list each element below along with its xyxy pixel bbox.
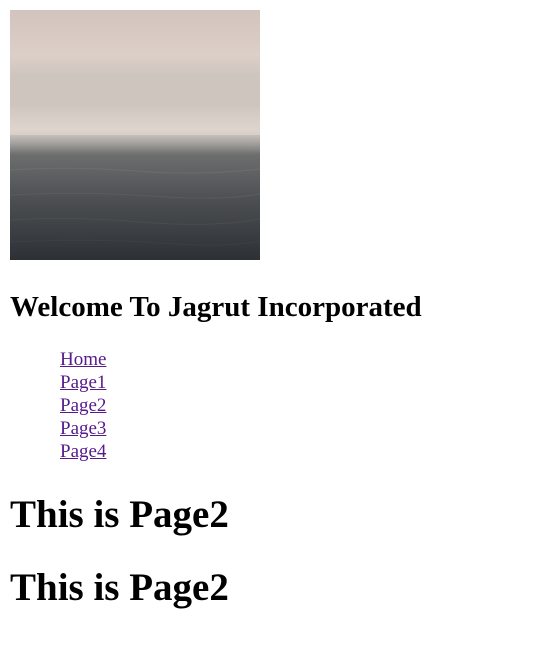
nav-item-page2: Page2 [60, 394, 106, 417]
nav-list: Home Page1 Page2 Page3 Page4 [60, 348, 106, 463]
nav-link-home[interactable]: Home [60, 349, 106, 370]
nav-item-home: Home [60, 348, 106, 371]
page-heading: This is Page2 [10, 493, 229, 536]
hero-image [10, 10, 260, 260]
nav-link-page3[interactable]: Page3 [60, 418, 106, 439]
site-title: Welcome To Jagrut Incorporated [10, 291, 422, 323]
nav-item-page4: Page4 [60, 440, 106, 463]
nav-link-page2[interactable]: Page2 [60, 395, 106, 416]
nav-link-page1[interactable]: Page1 [60, 372, 106, 393]
page-heading-repeat: This is Page2 [10, 566, 229, 609]
nav-item-page3: Page3 [60, 417, 106, 440]
nav-link-page4[interactable]: Page4 [60, 441, 106, 462]
nav-item-page1: Page1 [60, 371, 106, 394]
